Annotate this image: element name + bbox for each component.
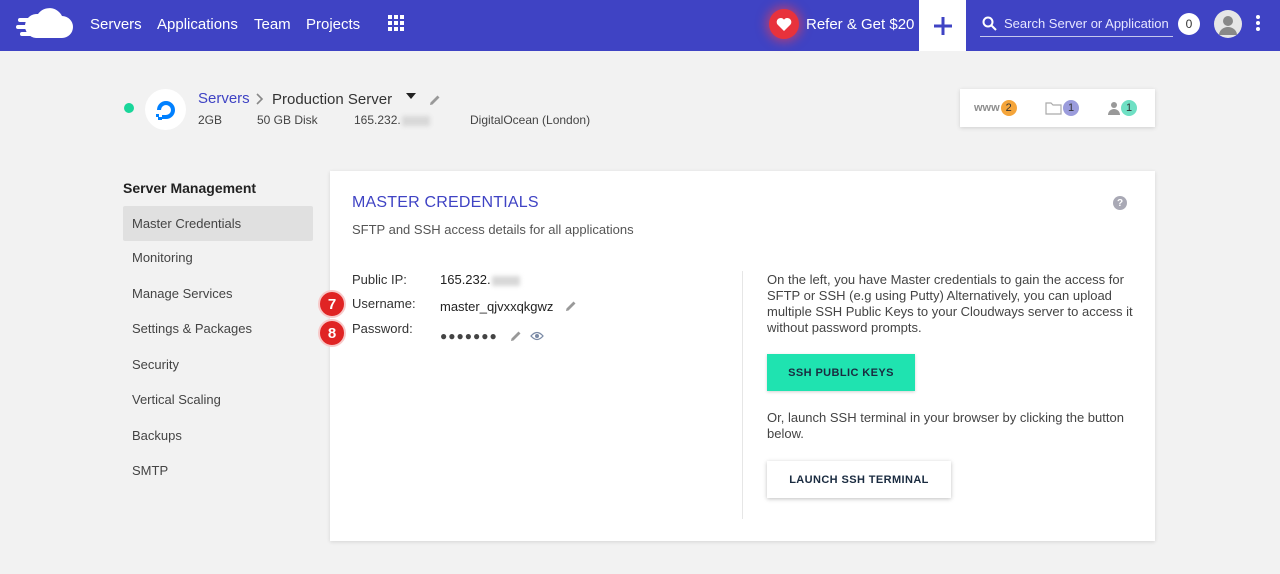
digitalocean-logo-icon — [145, 89, 186, 130]
help-icon[interactable]: ? — [1113, 196, 1127, 210]
username-label: Username: — [352, 296, 416, 311]
plus-icon — [933, 16, 952, 35]
page-subtitle: SFTP and SSH access details for all appl… — [352, 222, 634, 237]
caret-down-icon[interactable] — [406, 93, 416, 99]
sidebar-item-master-credentials[interactable]: Master Credentials — [123, 206, 313, 241]
sidebar-item-settings-packages[interactable]: Settings & Packages — [123, 311, 313, 346]
server-location: DigitalOcean (London) — [470, 113, 591, 127]
breadcrumb-servers-link[interactable]: Servers — [198, 90, 250, 107]
quick-stats-card: www 2 1 1 — [960, 89, 1155, 127]
launch-ssh-terminal-button[interactable]: LAUNCH SSH TERMINAL — [767, 461, 951, 498]
master-credentials-card: MASTER CREDENTIALS SFTP and SSH access d… — [318, 171, 1155, 541]
eye-icon[interactable] — [530, 331, 544, 341]
refer-link[interactable]: Refer & Get $20 — [806, 16, 914, 33]
public-ip-label: Public IP: — [352, 272, 407, 287]
sidebar-item-smtp[interactable]: SMTP — [123, 453, 313, 488]
sidebar-item-vertical-scaling[interactable]: Vertical Scaling — [123, 382, 313, 417]
username-value: master_qjvxxqkgwz — [440, 299, 554, 314]
step-badge-7: 7 — [318, 290, 346, 318]
quick-www[interactable]: www 2 — [974, 100, 1017, 116]
nav-applications[interactable]: Applications — [157, 16, 238, 33]
www-icon: www — [974, 102, 1000, 114]
sidebar-item-manage-services[interactable]: Manage Services — [123, 276, 313, 311]
server-ip-prefix: 165.232. — [354, 113, 401, 127]
step-badge-8: 8 — [318, 319, 346, 347]
cloudways-logo-icon[interactable] — [16, 8, 74, 42]
public-ip-prefix: 165.232. — [440, 272, 491, 287]
heart-icon[interactable] — [769, 9, 799, 39]
chevron-right-icon — [256, 93, 264, 105]
credentials-info-text: On the left, you have Master credentials… — [767, 272, 1133, 335]
apps-grid-icon[interactable] — [388, 15, 404, 31]
server-ram: 2GB — [198, 113, 223, 127]
ssh-public-keys-button[interactable]: SSH PUBLIC KEYS — [767, 354, 915, 391]
notification-badge[interactable]: 0 — [1178, 13, 1200, 35]
edit-username-pencil-icon[interactable] — [565, 300, 577, 312]
top-navbar: Servers Applications Team Projects Refer… — [0, 0, 1280, 51]
search-box — [980, 10, 1173, 37]
nav-projects[interactable]: Projects — [306, 16, 360, 33]
add-button[interactable] — [919, 0, 966, 51]
server-name: Production Server — [272, 91, 393, 108]
user-avatar-icon — [1219, 16, 1237, 35]
server-ip: 165.232. — [354, 113, 430, 127]
search-icon — [982, 16, 997, 31]
user-icon — [1108, 102, 1120, 115]
nav-team[interactable]: Team — [254, 16, 291, 33]
users-count-badge: 1 — [1121, 100, 1137, 116]
kebab-menu-icon[interactable] — [1256, 15, 1260, 33]
folder-icon — [1045, 102, 1062, 115]
edit-password-pencil-icon[interactable] — [510, 330, 522, 342]
public-ip-value: 165.232. — [440, 272, 520, 287]
password-masked: ●●●●●●● — [440, 329, 498, 343]
sidebar-item-monitoring[interactable]: Monitoring — [123, 240, 313, 275]
quick-users[interactable]: 1 — [1108, 100, 1137, 116]
sidebar-item-security[interactable]: Security — [123, 347, 313, 382]
search-input[interactable] — [1004, 13, 1172, 33]
page-title: MASTER CREDENTIALS — [352, 194, 539, 211]
quick-folders[interactable]: 1 — [1045, 100, 1079, 116]
sidebar-item-backups[interactable]: Backups — [123, 418, 313, 453]
password-label: Password: — [352, 321, 413, 336]
avatar[interactable] — [1214, 10, 1242, 38]
terminal-info-text: Or, launch SSH terminal in your browser … — [767, 410, 1124, 441]
sidebar-title: Server Management — [123, 180, 257, 196]
nav-servers[interactable]: Servers — [90, 16, 142, 33]
vertical-divider — [742, 271, 743, 519]
server-disk: 50 GB Disk — [257, 113, 318, 127]
server-status-dot — [124, 103, 134, 113]
folder-count-badge: 1 — [1063, 100, 1079, 116]
pencil-icon[interactable] — [429, 94, 441, 106]
www-count-badge: 2 — [1000, 100, 1017, 116]
